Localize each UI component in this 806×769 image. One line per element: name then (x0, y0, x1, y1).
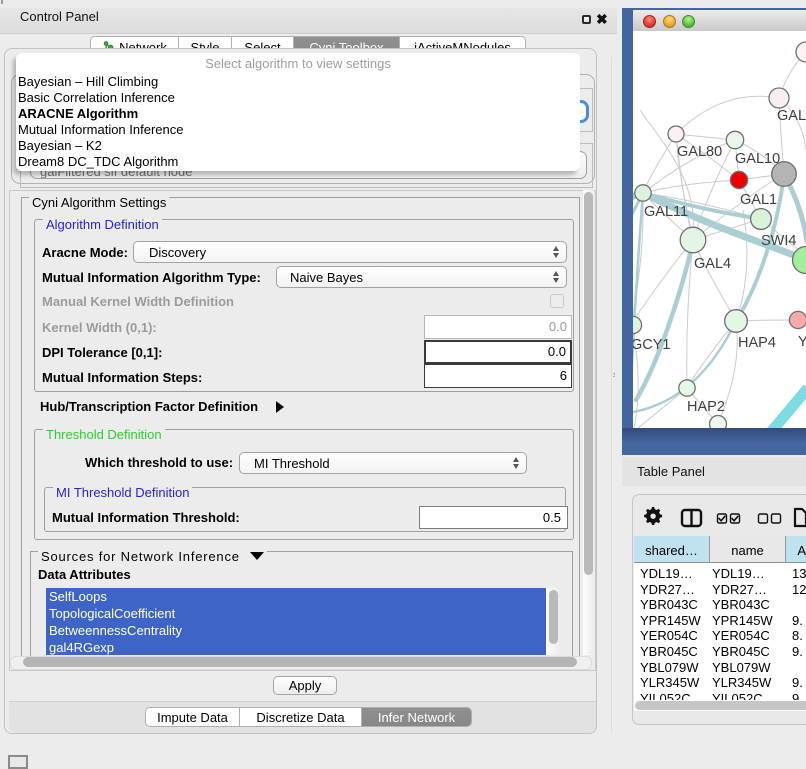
svg-text:Y: Y (798, 334, 806, 350)
svg-text:GAL1: GAL1 (740, 192, 777, 208)
svg-text:HAP2: HAP2 (687, 399, 725, 415)
svg-text:SWI4: SWI4 (761, 233, 796, 249)
svg-text:GAL: GAL (777, 108, 806, 124)
svg-text:GAL11: GAL11 (644, 204, 688, 220)
svg-text:GCY1: GCY1 (633, 337, 671, 353)
svg-text:HAP4: HAP4 (738, 335, 776, 351)
svg-text:GAL10: GAL10 (735, 151, 780, 167)
svg-text:GAL4: GAL4 (694, 256, 731, 272)
svg-text:GAL80: GAL80 (677, 144, 722, 160)
